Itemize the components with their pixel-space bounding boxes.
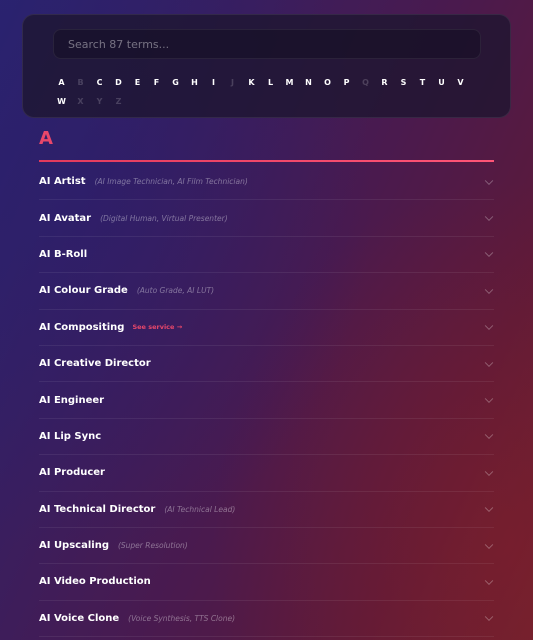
term-aliases: (Auto Grade, AI LUT): [136, 286, 215, 296]
section-heading: A: [39, 128, 53, 149]
alphabet-nav: ABCDEFGHIJKLMNOPQRSTUV WX Y Z: [52, 73, 482, 111]
term-row[interactable]: AI Artist (AI Image Technician, AI Film T…: [39, 164, 494, 201]
term-row[interactable]: AI Colour Grade (Auto Grade, AI LUT): [39, 273, 494, 310]
term-row[interactable]: AI Video Production: [39, 564, 494, 601]
term-name: AI Technical Director: [39, 503, 156, 515]
alphabet-letter-r[interactable]: R: [375, 73, 394, 92]
alphabet-letter-x: X: [77, 97, 84, 106]
alphabet-letter-p[interactable]: P: [337, 73, 356, 92]
alphabet-letter-o[interactable]: O: [318, 73, 337, 92]
chevron-down-icon[interactable]: [484, 212, 494, 222]
term-row[interactable]: AI Upscaling (Super Resolution): [39, 528, 494, 565]
chevron-down-icon[interactable]: [484, 503, 494, 513]
alphabet-letter-a[interactable]: A: [52, 73, 71, 92]
term-name: AI B-Roll: [39, 248, 88, 260]
chevron-down-icon[interactable]: [484, 249, 494, 258]
term-name: AI Compositing: [39, 321, 125, 333]
chevron-down-icon[interactable]: [484, 321, 494, 331]
term-row[interactable]: AI B-Roll: [39, 237, 494, 274]
chevron-down-icon[interactable]: [484, 576, 494, 586]
alphabet-letter-g[interactable]: G: [166, 73, 185, 92]
alphabet-letter-f[interactable]: F: [147, 73, 166, 92]
alphabet-letter-t[interactable]: T: [413, 73, 432, 92]
chevron-down-icon[interactable]: [484, 285, 494, 294]
alphabet-letter-i[interactable]: I: [204, 73, 223, 92]
term-name: AI Creative Director: [39, 358, 151, 370]
term-list: AI Artist (AI Image Technician, AI Film T…: [39, 164, 494, 638]
alphabet-letter-c[interactable]: C: [90, 73, 109, 92]
alphabet-letter-j: J: [231, 78, 234, 87]
term-name: AI Engineer: [39, 394, 105, 406]
search-box[interactable]: [53, 29, 481, 59]
term-aliases: (Digital Human, Virtual Presenter): [100, 213, 228, 223]
alphabet-letter-e[interactable]: E: [128, 73, 147, 92]
chevron-down-icon[interactable]: [484, 467, 494, 476]
alphabet-letter-s[interactable]: S: [394, 73, 413, 92]
alphabet-letter-y: Y: [96, 97, 103, 106]
term-name: AI Artist: [39, 176, 86, 188]
term-row[interactable]: AI Creative Director: [39, 346, 494, 383]
alphabet-letter-m[interactable]: M: [280, 73, 299, 92]
chevron-down-icon[interactable]: [484, 176, 494, 185]
term-row[interactable]: AI Technical Director (AI Technical Lead): [39, 492, 494, 528]
alphabet-letter-n[interactable]: N: [299, 73, 318, 92]
chevron-down-icon[interactable]: [484, 612, 494, 622]
term-aliases: (AI Technical Lead): [164, 504, 236, 514]
section-divider: [39, 160, 494, 162]
term-row[interactable]: AI Compositing See service →: [39, 310, 494, 346]
chevron-down-icon[interactable]: [484, 430, 494, 440]
alphabet-letter-w[interactable]: W: [52, 92, 71, 111]
term-name: AI Avatar: [39, 212, 92, 224]
term-name: AI Video Production: [39, 576, 151, 588]
alphabet-letter-u[interactable]: U: [432, 73, 451, 92]
term-row[interactable]: AI Lip Sync: [39, 419, 494, 456]
alphabet-letter-l[interactable]: L: [261, 73, 280, 92]
term-aliases: (AI Image Technician, AI Film Technician…: [94, 177, 248, 187]
search-panel: ABCDEFGHIJKLMNOPQRSTUV WX Y Z: [22, 14, 511, 118]
alphabet-letter-z: Z: [115, 97, 122, 106]
chevron-down-icon[interactable]: [484, 540, 494, 549]
alphabet-letter-b: B: [77, 78, 84, 87]
alphabet-letter-h[interactable]: H: [185, 73, 204, 92]
alphabet-letter-v[interactable]: V: [451, 73, 470, 92]
term-name: AI Producer: [39, 467, 105, 479]
term-name: AI Colour Grade: [39, 285, 128, 297]
term-name: AI Lip Sync: [39, 430, 102, 442]
see-service-link[interactable]: See service →: [132, 323, 182, 331]
term-aliases: (Voice Synthesis, TTS Clone): [128, 613, 236, 623]
chevron-down-icon[interactable]: [484, 358, 494, 367]
term-aliases: (Super Resolution): [117, 541, 188, 551]
alphabet-letter-k[interactable]: K: [242, 73, 261, 92]
term-row[interactable]: AI Avatar (Digital Human, Virtual Present…: [39, 200, 494, 237]
term-row[interactable]: AI Voice Clone (Voice Synthesis, TTS Clon…: [39, 601, 494, 638]
term-row[interactable]: AI Producer: [39, 455, 494, 492]
search-input[interactable]: [54, 30, 480, 58]
chevron-down-icon[interactable]: [484, 394, 494, 404]
alphabet-letter-q: Q: [362, 78, 369, 87]
alphabet-letter-d[interactable]: D: [109, 73, 128, 92]
term-name: AI Upscaling: [39, 540, 109, 552]
term-name: AI Voice Clone: [39, 612, 120, 624]
term-row[interactable]: AI Engineer: [39, 382, 494, 419]
